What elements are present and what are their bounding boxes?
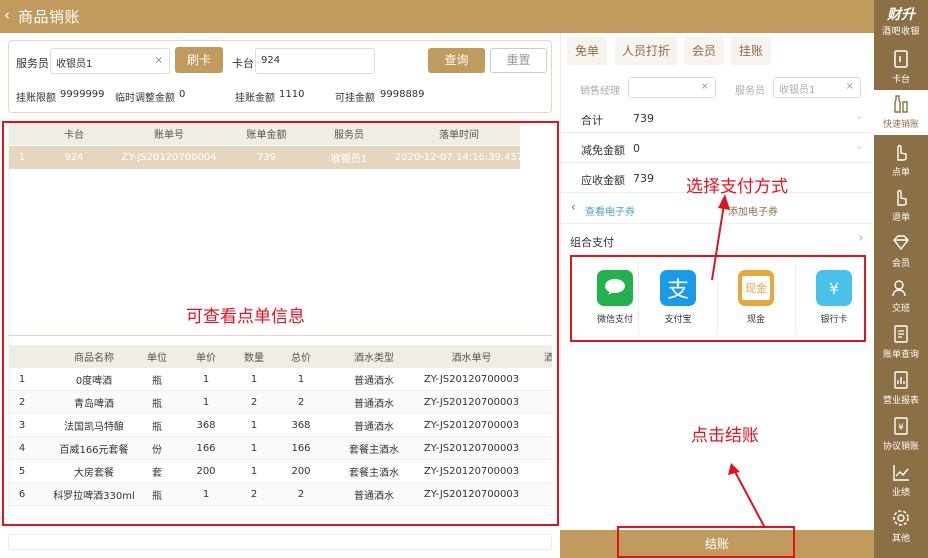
back-chevron-icon[interactable]: ‹ — [4, 6, 10, 24]
total-row: 合计 739 ⌄ — [560, 103, 874, 133]
sidebar-item-bill-query[interactable]: 账单查询 — [874, 320, 928, 365]
discount-value: 0 — [633, 142, 640, 155]
brand-subtitle: 酒吧收银 — [881, 27, 920, 37]
reset-button[interactable]: 重置 — [490, 48, 547, 73]
chart-line-icon — [893, 465, 909, 481]
waiter-label: 服务员 — [16, 57, 49, 70]
table-label: 卡台 — [232, 57, 254, 70]
sidebar-item-performance[interactable]: 业绩 — [874, 458, 928, 503]
sales-manager-label: 销售经理 — [580, 86, 620, 97]
brand-name: 财升 — [887, 7, 915, 23]
available-label: 可挂金额 — [335, 93, 375, 104]
checkout-highlight-box — [617, 526, 795, 558]
annotation-view-orders: 可查看点单信息 — [186, 307, 305, 327]
receivable-value: 739 — [633, 172, 654, 185]
temp-adjust-label: 临时调整金额 — [115, 93, 175, 104]
waiter-input-value: 收银员1 — [56, 59, 93, 70]
credit-limit-value: 9999999 — [60, 89, 105, 100]
sidebar-item-card-table[interactable]: 卡台 — [874, 45, 928, 90]
tab-member[interactable]: 会员 — [684, 37, 724, 65]
diamond-icon — [893, 235, 909, 251]
credit-limit-label: 挂账限额 — [16, 93, 56, 104]
brand-logo: 财升 酒吧收银 — [874, 4, 928, 37]
sidebar-item-label: 账单查询 — [882, 350, 919, 360]
total-value: 739 — [633, 112, 654, 125]
people-icon — [892, 280, 906, 297]
bottom-panel — [8, 534, 552, 550]
clear-icon[interactable]: × — [155, 55, 163, 66]
bottle-icon — [894, 95, 908, 113]
sales-manager-input[interactable]: × — [628, 77, 716, 98]
page-title: 商品销账 — [18, 8, 81, 26]
annotation-choose-payment: 选择支付方式 — [686, 177, 788, 197]
add-coupon-link[interactable]: 添加电子券 — [728, 203, 778, 218]
sidebar-item-order[interactable]: 点单 — [874, 138, 928, 183]
hand-icon — [897, 144, 907, 161]
payment-highlight-box — [570, 255, 866, 342]
tab-free-order[interactable]: 免单 — [567, 37, 607, 65]
swipe-card-button[interactable]: 刷卡 — [175, 47, 223, 73]
available-value: 9998889 — [380, 89, 425, 100]
sidebar-item-label: 快速销账 — [882, 120, 919, 130]
sidebar-item-label: 其他 — [891, 534, 910, 544]
table-input-value: 924 — [261, 55, 281, 66]
sidebar-item-other[interactable]: 其他 — [874, 504, 928, 549]
credit-amount-value: 1110 — [279, 89, 305, 100]
clear-icon[interactable]: × — [846, 81, 854, 92]
sidebar-item-label: 营业报表 — [882, 396, 919, 406]
sidebar-item-label: 点单 — [891, 168, 910, 178]
chevron-down-icon[interactable]: ⌄ — [855, 109, 864, 122]
svg-text:¥: ¥ — [898, 423, 904, 433]
discount-label: 减免金额 — [581, 144, 625, 157]
sidebar-item-member[interactable]: 会员 — [874, 229, 928, 274]
sidebar: 财升 酒吧收银 卡台 快速销账 点单 退单 会员 交班 账单查询 营业报表 ¥ … — [874, 0, 928, 558]
temp-adjust-value: 0 — [179, 89, 186, 100]
right-waiter-label: 服务员 — [735, 86, 765, 97]
sidebar-item-label: 交班 — [891, 304, 910, 314]
view-coupon-link[interactable]: 查看电子券 — [585, 203, 635, 218]
right-waiter-value: 收银员1 — [779, 85, 816, 96]
sidebar-item-shift[interactable]: 交班 — [874, 274, 928, 319]
combo-pay-label[interactable]: 组合支付 — [570, 234, 614, 250]
credit-amount-label: 挂账金额 — [235, 93, 275, 104]
tab-credit[interactable]: 挂账 — [731, 37, 771, 65]
tab-staff-discount[interactable]: 人员打折 — [615, 37, 677, 65]
yen-doc-icon: ¥ — [894, 417, 908, 435]
receivable-label: 应收金额 — [581, 174, 625, 187]
chevron-left-icon[interactable]: ‹ — [571, 200, 576, 214]
sidebar-item-return[interactable]: 退单 — [874, 183, 928, 228]
return-icon — [897, 189, 907, 206]
query-button[interactable]: 查询 — [428, 48, 485, 73]
divider — [560, 223, 874, 224]
discount-row: 减免金额 0 ⌄ — [560, 133, 874, 163]
sidebar-item-label: 协议销账 — [882, 442, 919, 452]
sidebar-item-label: 卡台 — [891, 75, 910, 85]
sidebar-item-label: 退单 — [891, 213, 910, 223]
table-input[interactable]: 924 — [255, 48, 375, 74]
sidebar-item-label: 业绩 — [891, 488, 910, 498]
sidebar-item-quick-checkout[interactable]: 快速销账 — [874, 90, 928, 135]
right-waiter-input[interactable]: 收银员1 × — [773, 77, 861, 98]
top-bar: ‹ 商品销账 — [0, 0, 874, 33]
clear-icon[interactable]: × — [701, 81, 709, 92]
sidebar-item-label: 会员 — [891, 259, 910, 269]
total-label: 合计 — [581, 114, 603, 127]
sidebar-item-agreement[interactable]: ¥ 协议销账 — [874, 412, 928, 457]
gear-icon — [893, 510, 909, 526]
sidebar-item-report[interactable]: 营业报表 — [874, 366, 928, 411]
chevron-right-icon[interactable]: › — [858, 230, 864, 246]
annotation-click-checkout: 点击结账 — [691, 426, 759, 446]
chevron-down-icon[interactable]: ⌄ — [855, 139, 864, 152]
bill-icon — [894, 325, 908, 343]
waiter-input[interactable]: 收银员1 × — [50, 48, 170, 74]
card-icon — [894, 50, 908, 68]
report-icon — [894, 371, 908, 389]
